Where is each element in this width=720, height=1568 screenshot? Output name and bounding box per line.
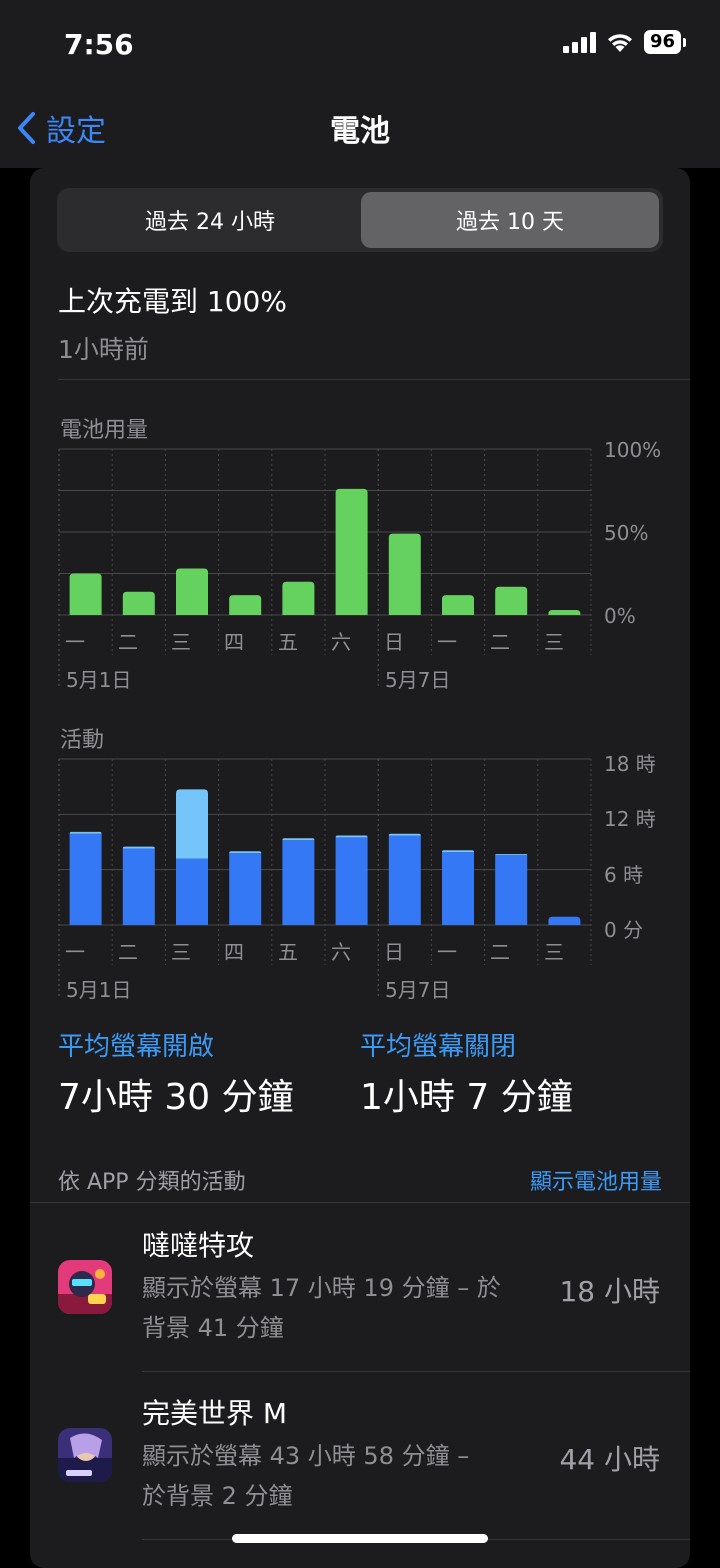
day-label: 二 (118, 630, 138, 654)
battery-bar (122, 591, 155, 615)
day-label: 四 (224, 940, 244, 964)
time-range-segmented-control[interactable]: 過去 24 小時 過去 10 天 (57, 188, 663, 252)
activity-bar-screen-on (442, 852, 474, 925)
activity-chart[interactable] (30, 748, 690, 1008)
battery-bar (548, 610, 581, 615)
day-label: 五 (278, 940, 298, 964)
activity-bar-screen-on (495, 854, 528, 925)
activity-bar-screen-on (548, 916, 581, 925)
divider (58, 379, 690, 380)
y-tick-label: 18 時 (604, 752, 656, 776)
day-label: 一 (65, 630, 85, 654)
cellular-signal-icon (562, 31, 596, 53)
tab-last-24-hours[interactable]: 過去 24 小時 (61, 192, 359, 248)
battery-bar (495, 586, 528, 615)
avg-screen-off-label: 平均螢幕關閉 (360, 1032, 517, 1062)
app-detail-line: 顯示於螢幕 43 小時 58 分鐘 – (142, 1442, 470, 1470)
activity-bar-screen-off (442, 850, 474, 853)
tab-last-10-days[interactable]: 過去 10 天 (361, 192, 659, 248)
y-tick-label: 0 分 (604, 918, 644, 942)
app-detail-line: 背景 41 分鐘 (142, 1314, 284, 1342)
app-detail: 顯示於螢幕 43 小時 58 分鐘 – 於背景 2 分鐘 (142, 1436, 542, 1516)
divider (142, 1371, 690, 1372)
show-battery-usage-link[interactable]: 顯示電池用量 (530, 1164, 662, 1196)
battery-bar (229, 595, 262, 615)
y-tick-label: 50% (604, 521, 649, 545)
day-label: 一 (437, 630, 457, 654)
app-icon (58, 1260, 112, 1314)
activity-bar-screen-off (229, 851, 262, 854)
activity-bar-screen-off (282, 838, 315, 841)
day-label: 一 (437, 940, 457, 964)
activity-bar-screen-off (335, 835, 368, 838)
app-name: 噠噠特攻 (142, 1229, 255, 1262)
day-label: 日 (384, 940, 404, 964)
activity-bar-screen-off (495, 853, 528, 855)
wifi-icon (607, 34, 632, 52)
day-label: 六 (331, 630, 351, 654)
y-tick-label: 0% (604, 604, 636, 628)
activity-bar-screen-on (388, 835, 421, 925)
day-label: 一 (65, 940, 85, 964)
day-label: 二 (490, 630, 510, 654)
app-icon (58, 1428, 112, 1482)
date-label: 5月7日 (385, 978, 451, 1002)
avg-screen-on-label: 平均螢幕開啟 (58, 1032, 215, 1062)
battery-level: 96 (643, 30, 681, 54)
activity-bar-screen-on (229, 853, 262, 925)
day-label: 六 (331, 940, 351, 964)
activity-by-app-header: 依 APP 分類的活動 (58, 1170, 246, 1195)
divider (30, 1202, 690, 1203)
battery-bar (335, 488, 368, 615)
battery-usage-chart[interactable] (30, 438, 690, 698)
battery-card: 過去 24 小時 過去 10 天 上次充電到 100% 1小時前 電池用量 10… (30, 168, 690, 1568)
date-label: 5月1日 (66, 978, 132, 1002)
y-tick-label: 12 時 (604, 807, 656, 831)
status-time: 7:56 (64, 28, 134, 61)
battery-bar (69, 573, 102, 615)
app-detail-line: 於背景 2 分鐘 (142, 1482, 293, 1510)
activity-bar-screen-on (282, 840, 315, 925)
day-label: 三 (544, 630, 564, 654)
app-detail-line: 顯示於螢幕 17 小時 19 分鐘 – 於 (142, 1274, 501, 1302)
battery-bar (388, 533, 421, 615)
last-charge-title: 上次充電到 100% (58, 285, 287, 318)
avg-screen-on-value: 7小時 30 分鐘 (58, 1077, 294, 1118)
app-total-time: 44 小時 (559, 1443, 660, 1476)
activity-bar-screen-on (176, 858, 208, 925)
page-title: 電池 (330, 114, 390, 149)
day-label: 日 (384, 630, 404, 654)
activity-bar-screen-on (335, 837, 368, 925)
battery-bar (282, 581, 315, 615)
navigation-bar: 7:56 96 設定 電池 (0, 0, 720, 168)
day-label: 五 (278, 630, 298, 654)
activity-bar-screen-off (176, 789, 208, 859)
battery-bar (442, 595, 474, 615)
battery-icon: 96 (643, 30, 686, 54)
activity-bar-screen-on (122, 848, 155, 925)
avg-screen-off-value: 1小時 7 分鐘 (360, 1077, 573, 1118)
day-label: 三 (544, 940, 564, 964)
activity-bar-screen-off (388, 833, 421, 836)
y-tick-label: 100% (604, 438, 662, 462)
day-label: 四 (224, 630, 244, 654)
home-indicator[interactable] (232, 1534, 488, 1543)
day-label: 二 (118, 940, 138, 964)
battery-bar (176, 568, 208, 615)
date-label: 5月1日 (66, 668, 132, 692)
day-label: 三 (171, 940, 191, 964)
app-total-time: 18 小時 (559, 1275, 660, 1308)
app-name: 完美世界 M (142, 1397, 288, 1430)
status-icons: 96 (562, 30, 686, 54)
day-label: 三 (171, 630, 191, 654)
day-label: 二 (490, 940, 510, 964)
date-label: 5月7日 (385, 668, 451, 692)
app-detail: 顯示於螢幕 17 小時 19 分鐘 – 於 背景 41 分鐘 (142, 1268, 542, 1348)
last-charge-time: 1小時前 (58, 335, 149, 364)
activity-bar-screen-on (69, 833, 102, 925)
y-tick-label: 6 時 (604, 863, 644, 887)
activity-bar-screen-off (122, 846, 155, 849)
activity-bar-screen-off (69, 831, 102, 834)
